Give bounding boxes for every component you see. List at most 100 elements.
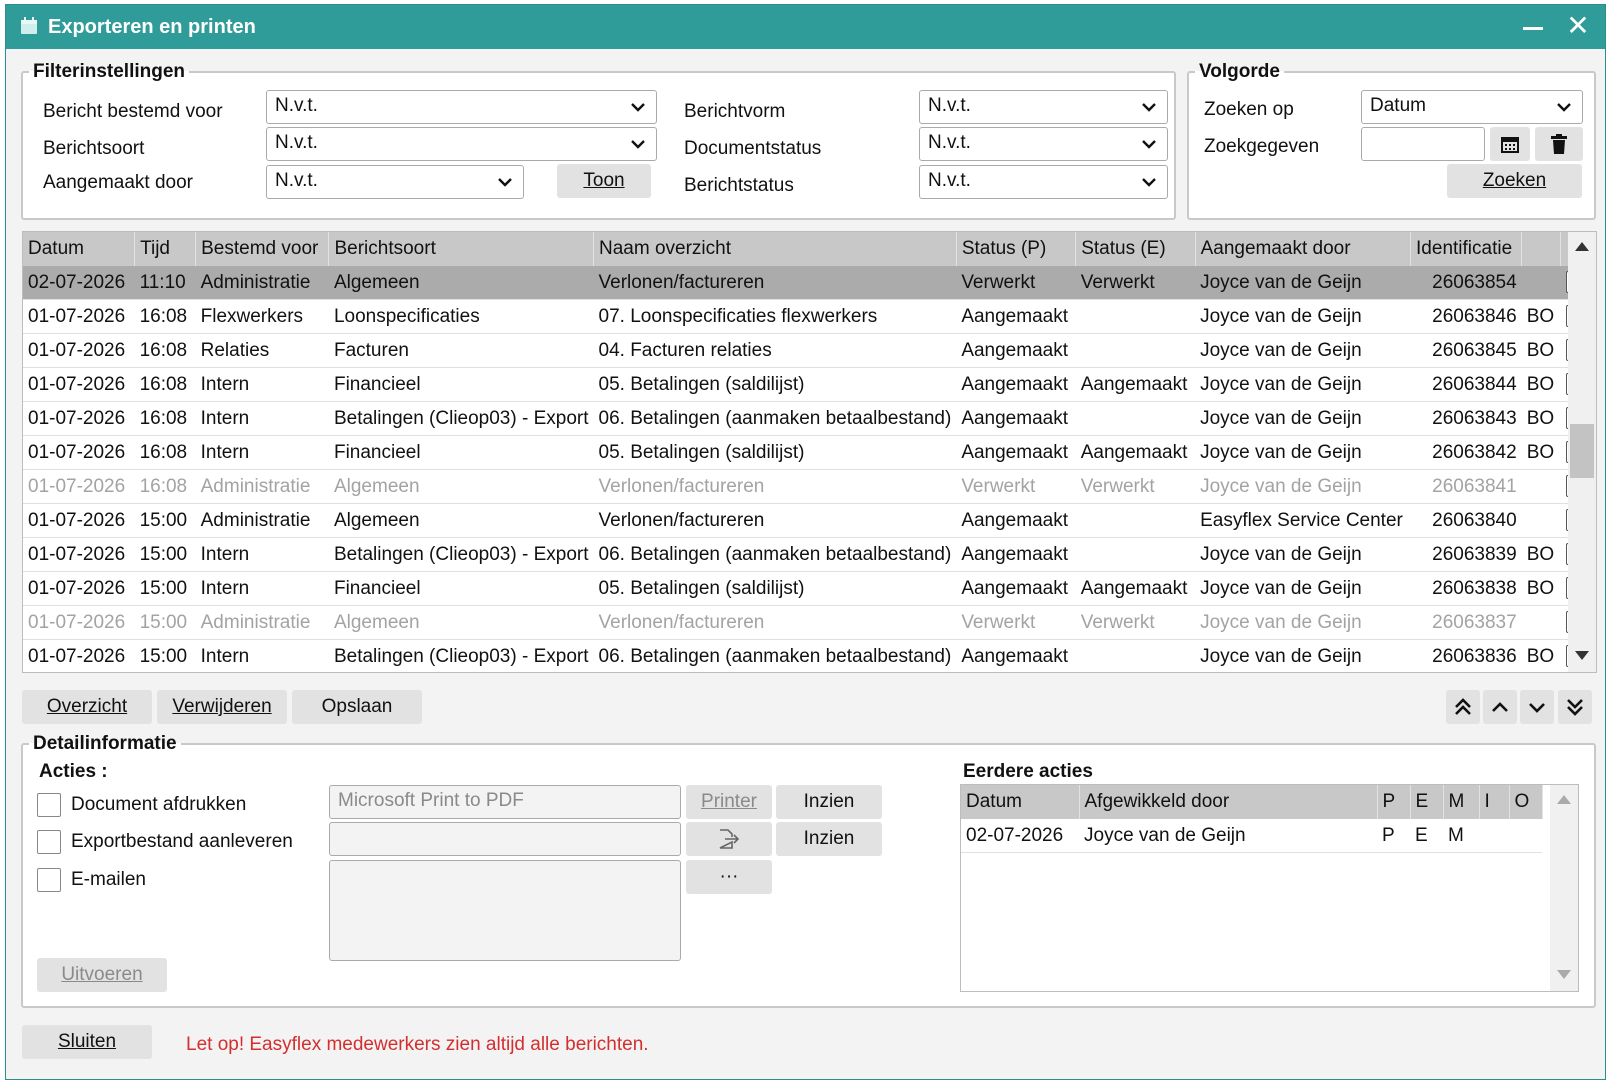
chevron-down-icon	[1529, 703, 1545, 713]
scroll-up-icon[interactable]	[1575, 242, 1589, 251]
column-header[interactable]: Naam overzicht	[593, 232, 957, 266]
column-header[interactable]: E	[1410, 785, 1444, 819]
berichtsoort-select[interactable]: N.v.t.	[266, 127, 657, 161]
exportbestand-field[interactable]	[329, 822, 681, 856]
cell-datum: 02-07-2026	[23, 266, 135, 300]
move-up-button[interactable]	[1483, 690, 1517, 724]
zoekgegeven-input[interactable]	[1361, 127, 1485, 161]
cell-bestemd: Flexwerkers	[195, 299, 329, 334]
documentstatus-select[interactable]: N.v.t.	[919, 127, 1168, 161]
more-button[interactable]: ···	[686, 860, 772, 894]
printer-field[interactable]: Microsoft Print to PDF	[329, 785, 681, 819]
cell-bo	[1521, 605, 1561, 640]
column-header[interactable]: Bestemd voor	[195, 232, 330, 266]
table-row[interactable]: 02-07-2026 Joyce van de Geijn P E M	[961, 819, 1542, 853]
table-row[interactable]: 01-07-2026 15:00 Administratie Algemeen Verl…	[23, 605, 1596, 640]
column-header[interactable]: P	[1377, 785, 1411, 819]
cell-sp: Verwerkt	[956, 469, 1076, 504]
zoeken-op-select[interactable]: Datum	[1361, 90, 1583, 124]
column-header[interactable]: Status (E)	[1075, 232, 1196, 266]
move-bottom-button[interactable]	[1558, 690, 1592, 724]
cell-soort: Loonspecificaties	[328, 299, 594, 334]
cell-id: 26063842	[1410, 435, 1522, 470]
table-row[interactable]: 01-07-2026 15:00 Intern Financieel 05. Betal…	[23, 571, 1596, 606]
berichtvorm-select[interactable]: N.v.t.	[919, 90, 1168, 124]
move-top-button[interactable]	[1446, 690, 1480, 724]
trash-icon	[1551, 134, 1567, 154]
cell-bestemd: Administratie	[195, 503, 329, 538]
table-row[interactable]: 01-07-2026 16:08 Intern Financieel 05. Betal…	[23, 367, 1596, 402]
document-afdrukken-checkbox[interactable]	[37, 793, 61, 817]
bericht-bestemd-voor-value: N.v.t.	[275, 95, 318, 116]
cell-soort: Betalingen (Clieop03) - Export	[328, 401, 594, 436]
berichtstatus-select[interactable]: N.v.t.	[919, 165, 1168, 199]
uitvoeren-button[interactable]: Uitvoeren	[37, 958, 167, 992]
inzien-print-button[interactable]: Inzien	[776, 785, 882, 819]
table-row[interactable]: 01-07-2026 16:08 Intern Financieel 05. Betal…	[23, 435, 1596, 470]
cell-soort: Financieel	[328, 571, 594, 606]
sluiten-button[interactable]: Sluiten	[22, 1025, 152, 1059]
cell-tijd: 11:10	[134, 266, 196, 300]
export-file-button[interactable]	[686, 822, 772, 856]
column-header[interactable]: Berichtsoort	[328, 232, 594, 266]
cell-tijd: 16:08	[134, 435, 196, 470]
scrollbar-thumb[interactable]	[1570, 424, 1594, 478]
clear-button[interactable]	[1535, 127, 1583, 161]
column-header[interactable]: I	[1479, 785, 1510, 819]
column-header[interactable]: Datum	[961, 785, 1080, 819]
column-header[interactable]: Identificatie	[1410, 232, 1523, 266]
table-row[interactable]: 01-07-2026 16:08 Flexwerkers Loonspecificat…	[23, 299, 1596, 334]
move-down-button[interactable]	[1520, 690, 1554, 724]
cell-sp: Aangemaakt	[956, 299, 1076, 334]
eerdere-scrollbar[interactable]	[1550, 785, 1578, 991]
close-button[interactable]: ✕	[1563, 11, 1593, 41]
toon-button[interactable]: Toon	[557, 164, 651, 198]
verwijderen-button[interactable]: Verwijderen	[157, 690, 287, 724]
column-header[interactable]: Afgewikkeld door	[1079, 785, 1378, 819]
scroll-down-icon[interactable]	[1575, 651, 1589, 660]
scroll-up-icon[interactable]	[1557, 795, 1571, 804]
inzien-export-button[interactable]: Inzien	[776, 822, 882, 856]
zoeken-button[interactable]: Zoeken	[1447, 164, 1582, 198]
column-header[interactable]: O	[1509, 785, 1543, 819]
table-row[interactable]: 01-07-2026 15:00 Intern Betalingen (Clieop0…	[23, 639, 1596, 672]
overzicht-button[interactable]: Overzicht	[22, 690, 152, 724]
column-header[interactable]: Datum	[23, 232, 136, 266]
cell-soort: Algemeen	[328, 469, 594, 504]
email-field[interactable]	[329, 860, 681, 961]
printer-button[interactable]: Printer	[686, 785, 772, 819]
column-header[interactable]: Aangemaakt door	[1195, 232, 1412, 266]
cell-bo: BO	[1521, 299, 1561, 334]
eerdere-acties-grid: Datum Afgewikkeld door P E M I O 02-07-2026 Joy…	[961, 785, 1543, 853]
date-picker-button[interactable]	[1490, 127, 1530, 161]
cell-soort: Betalingen (Clieop03) - Export	[328, 639, 594, 672]
cell-naam: 04. Facturen relaties	[593, 333, 957, 368]
cell-door: Joyce van de Geijn	[1195, 266, 1411, 300]
aangemaakt-door-select[interactable]: N.v.t.	[266, 165, 524, 199]
chevron-down-icon	[1142, 140, 1156, 149]
bericht-bestemd-voor-select[interactable]: N.v.t.	[266, 90, 657, 124]
table-row[interactable]: 02-07-2026 11:10 Administratie Algemeen Verl…	[23, 266, 1596, 300]
table-row[interactable]: 01-07-2026 16:08 Administratie Algemeen Verl…	[23, 469, 1596, 504]
zoeken-op-label: Zoeken op	[1204, 99, 1294, 120]
minimize-button[interactable]	[1519, 13, 1547, 41]
cell-bo	[1521, 469, 1561, 504]
table-row[interactable]: 01-07-2026 16:08 Relaties Facturen 04. Factu…	[23, 333, 1596, 368]
column-header[interactable]: Tijd	[134, 232, 197, 266]
table-row[interactable]: 01-07-2026 15:00 Administratie Algemeen Verl…	[23, 503, 1596, 538]
cell-tijd: 16:08	[134, 333, 196, 368]
cell-sp: Aangemaakt	[956, 571, 1076, 606]
column-header[interactable]	[1521, 232, 1562, 266]
column-header[interactable]: Status (P)	[956, 232, 1077, 266]
chevron-down-icon	[1142, 103, 1156, 112]
opslaan-button[interactable]: Opslaan	[292, 690, 422, 724]
cell-bestemd: Relaties	[195, 333, 329, 368]
table-row[interactable]: 01-07-2026 15:00 Intern Betalingen (Clieop0…	[23, 537, 1596, 572]
emailen-checkbox[interactable]	[37, 868, 61, 892]
column-header[interactable]: M	[1443, 785, 1480, 819]
exportbestand-checkbox[interactable]	[37, 830, 61, 854]
table-row[interactable]: 01-07-2026 16:08 Intern Betalingen (Clieop0…	[23, 401, 1596, 436]
scroll-down-icon[interactable]	[1557, 970, 1571, 979]
cell-bestemd: Intern	[195, 639, 329, 672]
table-scrollbar[interactable]	[1568, 232, 1596, 672]
